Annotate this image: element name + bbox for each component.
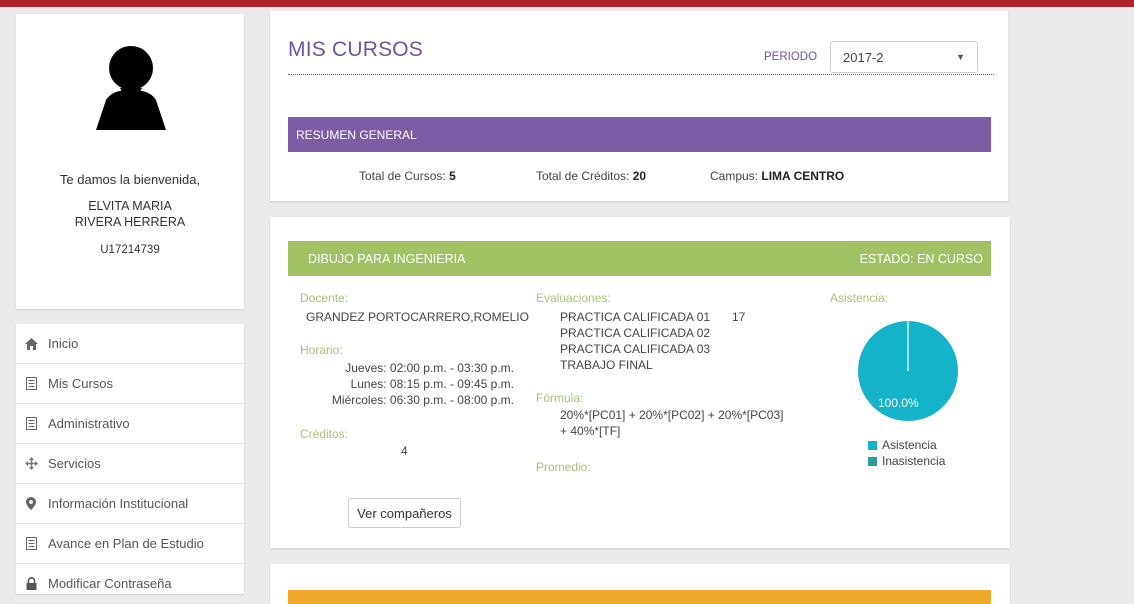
page-title: MIS CURSOS: [288, 38, 424, 61]
formula-line: 20%*[PC01] + 20%*[PC02] + 20%*[PC03]: [560, 408, 784, 422]
sidebar-item-modificar-contrasena[interactable]: Modificar Contraseña: [16, 564, 244, 604]
sidebar-item-label: Información Institucional: [48, 496, 189, 511]
evaluacion-row: PRACTICA CALIFICADA 02: [560, 325, 780, 341]
lock-icon: [24, 577, 38, 591]
periodo-select-value: 2017-2: [843, 49, 884, 65]
total-cursos-label: Total de Cursos:: [359, 169, 446, 183]
sidebar-item-label: Avance en Plan de Estudio: [48, 536, 204, 551]
sidebar-item-inicio[interactable]: Inicio: [16, 324, 244, 364]
course-header: DIBUJO PARA INGENIERIA ESTADO: EN CURSO: [288, 241, 991, 276]
user-avatar-icon: [96, 46, 166, 130]
course-status: ESTADO: EN CURSO: [859, 251, 983, 266]
evaluacion-score: 17: [732, 310, 746, 324]
evaluacion-name: PRACTICA CALIFICADA 03: [560, 342, 711, 356]
total-creditos: Total de Créditos: 20: [536, 169, 646, 183]
legend-item-inasistencia: Inasistencia: [868, 453, 945, 469]
horario-label: Horario:: [300, 343, 343, 357]
campus-value: LIMA CENTRO: [761, 169, 845, 183]
sidebar-menu: Inicio Mis Cursos Administrativo Servici…: [16, 324, 244, 604]
next-course-card: [270, 564, 1010, 604]
summary-header-label: RESUMEN GENERAL: [296, 127, 417, 142]
total-cursos: Total de Cursos: 5: [359, 169, 456, 183]
home-icon: [24, 337, 38, 351]
legend-label: Inasistencia: [882, 454, 946, 468]
horario-item: Jueves: 02:00 p.m. - 03:30 p.m.: [345, 361, 514, 375]
evaluaciones-list: PRACTICA CALIFICADA 01 17 PRACTICA CALIF…: [560, 309, 780, 373]
sidebar-item-administrativo[interactable]: Administrativo: [16, 404, 244, 444]
legend-item-asistencia: Asistencia: [868, 437, 945, 453]
map-marker-icon: [24, 497, 38, 511]
list-icon: [24, 377, 38, 391]
total-creditos-label: Total de Créditos:: [536, 169, 630, 183]
creditos-value: 4: [401, 444, 408, 458]
list-icon: [24, 537, 38, 551]
courses-summary-card: MIS CURSOS PERIODO 2017-2 ▼ RESUMEN GENE…: [270, 11, 1008, 201]
formula-label: Fórmula:: [536, 391, 584, 405]
docente-value: GRANDEZ PORTOCARRERO,ROMELIO: [306, 310, 529, 324]
list-icon: [24, 417, 38, 431]
summary-header: RESUMEN GENERAL: [288, 117, 991, 152]
horario-list: Jueves: 02:00 p.m. - 03:30 p.m. Lunes: 0…: [320, 360, 514, 408]
formula-value: 20%*[PC01] + 20%*[PC02] + 20%*[PC03] + 4…: [560, 407, 783, 439]
total-cursos-value: 5: [449, 169, 456, 183]
arrows-icon: [24, 457, 38, 471]
evaluaciones-label: Evaluaciones:: [536, 291, 611, 305]
user-name: ELVITA MARIA RIVERA HERRERA: [16, 198, 244, 230]
evaluacion-name: PRACTICA CALIFICADA 02: [560, 326, 711, 340]
sidebar-item-avance-plan-estudio[interactable]: Avance en Plan de Estudio: [16, 524, 244, 564]
next-course-header: [288, 590, 991, 604]
periodo-select[interactable]: 2017-2 ▼: [830, 41, 978, 73]
sidebar-item-servicios[interactable]: Servicios: [16, 444, 244, 484]
profile-card: Te damos la bienvenida, ELVITA MARIA RIV…: [16, 14, 244, 309]
legend-swatch: [868, 440, 877, 450]
ver-companeros-button[interactable]: Ver compañeros: [348, 498, 461, 528]
top-accent-bar: [0, 0, 1134, 7]
sidebar-item-mis-cursos[interactable]: Mis Cursos: [16, 364, 244, 404]
evaluacion-row: PRACTICA CALIFICADA 01 17: [560, 309, 780, 325]
legend-label: Asistencia: [882, 438, 937, 452]
evaluacion-name: TRABAJO FINAL: [560, 358, 653, 372]
campus: Campus: LIMA CENTRO: [710, 169, 844, 183]
attendance-pie-chart: [858, 321, 958, 421]
user-name-line2: RIVERA HERRERA: [74, 215, 186, 229]
docente-label: Docente:: [300, 291, 349, 305]
title-divider: [288, 74, 994, 75]
horario-item: Lunes: 08:15 p.m. - 09:45 p.m.: [350, 377, 514, 391]
course-card: DIBUJO PARA INGENIERIA ESTADO: EN CURSO …: [270, 217, 1010, 548]
promedio-label: Promedio:: [536, 460, 591, 474]
sidebar-item-informacion-institucional[interactable]: Información Institucional: [16, 484, 244, 524]
pie-percent-label: 100.0%: [878, 396, 919, 410]
legend-swatch: [868, 456, 877, 466]
creditos-label: Créditos:: [300, 427, 349, 441]
evaluacion-row: TRABAJO FINAL: [560, 357, 780, 373]
formula-line: + 40%*[TF]: [560, 424, 621, 438]
user-code: U17214739: [100, 244, 160, 256]
welcome-text: Te damos la bienvenida,: [59, 172, 201, 187]
sidebar-item-label: Inicio: [48, 336, 79, 351]
course-name: DIBUJO PARA INGENIERIA: [308, 251, 466, 266]
sidebar-item-label: Mis Cursos: [48, 376, 114, 391]
horario-item: Miércoles: 06:30 p.m. - 08:00 p.m.: [331, 393, 514, 407]
periodo-label: PERIODO: [764, 51, 818, 63]
sidebar-item-label: Administrativo: [48, 416, 130, 431]
evaluacion-row: PRACTICA CALIFICADA 03: [560, 341, 780, 357]
caret-down-icon: ▼: [956, 52, 965, 62]
sidebar-item-label: Modificar Contraseña: [48, 576, 172, 591]
chart-legend: Asistencia Inasistencia: [868, 437, 945, 469]
evaluacion-name: PRACTICA CALIFICADA 01: [560, 310, 711, 324]
user-name-line1: ELVITA MARIA: [88, 199, 172, 213]
campus-label: Campus:: [710, 169, 759, 183]
sidebar-item-label: Servicios: [48, 456, 101, 471]
asistencia-label: Asistencia:: [830, 291, 889, 305]
total-creditos-value: 20: [632, 169, 647, 183]
